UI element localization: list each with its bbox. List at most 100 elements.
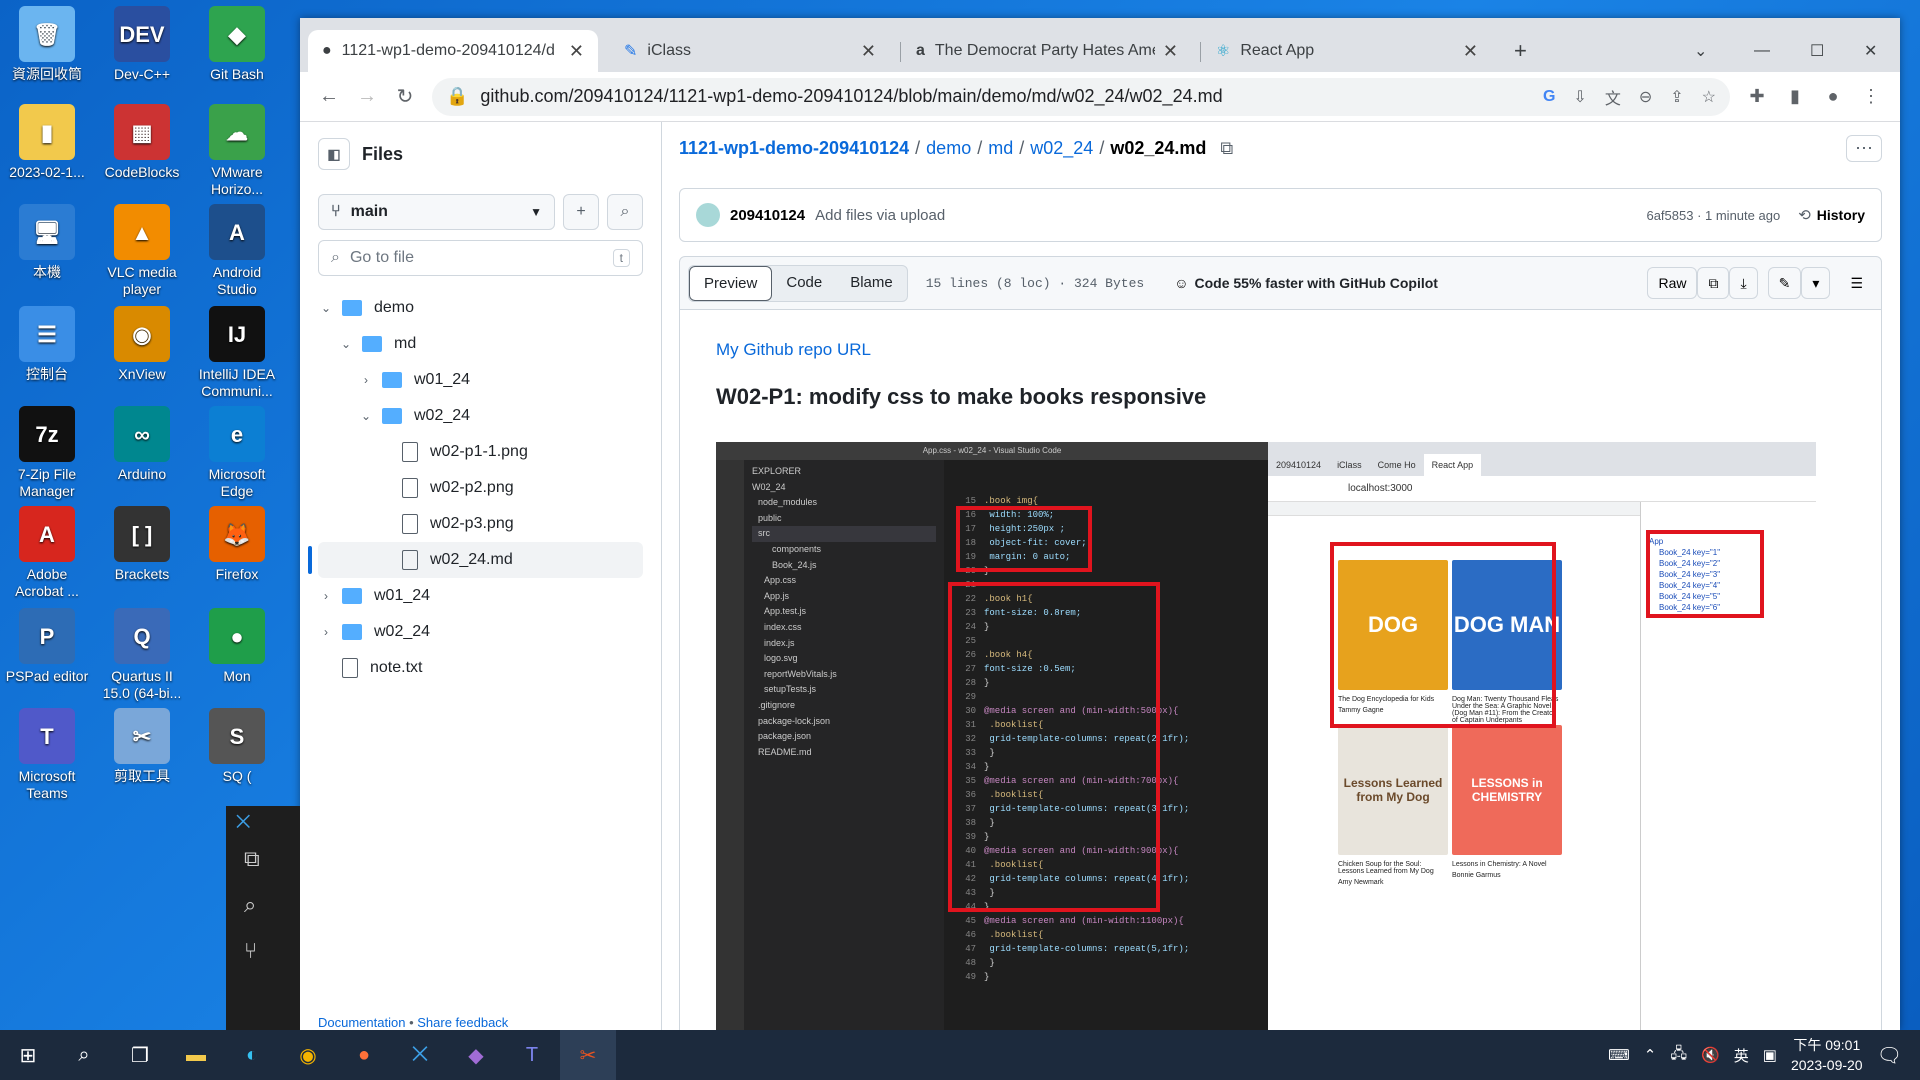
blame-tab[interactable]: Blame	[836, 266, 907, 301]
breadcrumb-md[interactable]: md	[988, 138, 1013, 159]
share-icon[interactable]: ⇪	[1670, 87, 1683, 107]
close-tab-icon[interactable]: ✕	[1163, 41, 1178, 62]
copy-path-icon[interactable]: ⧉	[1220, 138, 1233, 159]
tree-file[interactable]: w02_24.md	[308, 542, 643, 578]
desktop-icon[interactable]: 🖥 本機	[2, 204, 92, 281]
close-tab-icon[interactable]: ✕	[861, 41, 876, 62]
code-tab[interactable]: Code	[772, 266, 836, 301]
desktop-icon[interactable]: ▲ VLC media player	[97, 204, 187, 298]
search-icon[interactable]: ⌕	[56, 1030, 112, 1080]
desktop-icon[interactable]: ▦ CodeBlocks	[97, 104, 187, 181]
tree-file[interactable]: w02-p2.png	[318, 470, 643, 506]
breadcrumb-w02[interactable]: w02_24	[1030, 138, 1093, 159]
history-link[interactable]: History	[1817, 207, 1865, 223]
breadcrumb-demo[interactable]: demo	[926, 138, 971, 159]
add-file-button[interactable]: +	[563, 194, 599, 230]
edit-icon[interactable]: ✎	[1767, 267, 1802, 299]
tab-search-icon[interactable]: ⌄	[1680, 30, 1721, 72]
paint-icon[interactable]: ◆	[448, 1030, 504, 1080]
react-tab[interactable]: iClass	[1329, 454, 1370, 476]
preview-tab[interactable]: Preview	[689, 265, 773, 301]
desktop-icon[interactable]: ▮ 2023-02-1...	[2, 104, 92, 181]
chrome-icon[interactable]: ◉	[280, 1030, 336, 1080]
ime-indicator[interactable]: 英	[1734, 1045, 1749, 1066]
tree-folder[interactable]: › w02_24	[318, 614, 643, 650]
desktop-icon[interactable]: P PSPad editor	[2, 608, 92, 685]
explorer-item[interactable]: src	[752, 526, 936, 542]
explorer-item[interactable]: index.css	[752, 620, 936, 636]
keyboard-icon[interactable]: ⌨	[1608, 1046, 1630, 1064]
commit-author[interactable]: 209410124	[730, 207, 805, 224]
desktop-icon[interactable]: ☰ 控制台	[2, 306, 92, 383]
tab-github[interactable]: ● 1121-wp1-demo-209410124/d ✕	[308, 30, 598, 72]
edge-icon[interactable]: ◐	[224, 1030, 280, 1080]
desktop-icon[interactable]: A Adobe Acrobat ...	[2, 506, 92, 600]
close-window-button[interactable]: ✕	[1850, 30, 1891, 72]
edit-dropdown-icon[interactable]: ▾	[1801, 267, 1831, 299]
desktop-icon[interactable]: IJ IntelliJ IDEA Communi...	[192, 306, 282, 400]
branch-selector[interactable]: ⑂ main ▼	[318, 194, 555, 230]
clock[interactable]: 下午 09:01 2023-09-20	[1791, 1035, 1863, 1075]
outline-icon[interactable]: ☰	[1840, 267, 1873, 299]
source-control-icon[interactable]: ⑂	[226, 928, 300, 974]
search-icon[interactable]: ⌕	[226, 882, 300, 928]
tree-folder[interactable]: › w01_24	[318, 578, 643, 614]
desktop-icon[interactable]: Q Quartus II 15.0 (64-bi...	[97, 608, 187, 702]
desktop-icon[interactable]: 🗑 資源回收筒	[2, 6, 92, 83]
tree-folder[interactable]: › w01_24	[318, 362, 643, 398]
desktop-icon[interactable]: S SQ (	[192, 708, 282, 785]
avatar[interactable]	[696, 203, 720, 227]
explorer-item[interactable]: components	[752, 542, 936, 558]
forward-button[interactable]: →	[348, 78, 386, 116]
volume-icon[interactable]: 🔇	[1701, 1046, 1720, 1064]
explorer-item[interactable]: package-lock.json	[752, 714, 936, 730]
menu-icon[interactable]: ⋮	[1852, 78, 1890, 116]
tree-folder[interactable]: ⌄ w02_24	[318, 398, 643, 434]
task-view-icon[interactable]: ❐	[112, 1030, 168, 1080]
vscode-icon[interactable]: ⨉	[392, 1030, 448, 1080]
desktop-icon[interactable]: ◆ Git Bash	[192, 6, 282, 83]
desktop-icon[interactable]: ◉ XnView	[97, 306, 187, 383]
minimize-button[interactable]: —	[1740, 30, 1784, 72]
notification-app-icon[interactable]: ▣	[1763, 1046, 1777, 1064]
explorer-item[interactable]: setupTests.js	[752, 682, 936, 698]
back-button[interactable]: ←	[310, 78, 348, 116]
desktop-icon[interactable]: 7z 7-Zip File Manager	[2, 406, 92, 500]
explorer-item[interactable]: index.js	[752, 636, 936, 652]
close-tab-icon[interactable]: ✕	[569, 41, 584, 62]
more-options-button[interactable]: ⋯	[1846, 134, 1882, 162]
book-card[interactable]: Lessons Learned from My Dog Chicken Soup …	[1338, 725, 1448, 886]
explorer-item[interactable]: App.js	[752, 589, 936, 605]
collapse-panel-icon[interactable]: ◧	[318, 138, 350, 170]
breadcrumb-repo[interactable]: 1121-wp1-demo-209410124	[679, 138, 909, 159]
explorer-item[interactable]: Book_24.js	[752, 558, 936, 574]
desktop-icon[interactable]: T Microsoft Teams	[2, 708, 92, 802]
chevron-up-icon[interactable]: ⌃	[1644, 1046, 1657, 1064]
snipping-icon[interactable]: ✂	[560, 1030, 616, 1080]
react-tab[interactable]: 209410124	[1268, 454, 1329, 476]
desktop-icon[interactable]: ∞ Arduino	[97, 406, 187, 483]
commit-sha-time[interactable]: 6af5853 · 1 minute ago	[1646, 208, 1780, 223]
desktop-icon[interactable]: ☁ VMware Horizo...	[192, 104, 282, 198]
tree-file[interactable]: w02-p3.png	[318, 506, 643, 542]
start-icon[interactable]: ⊞	[0, 1030, 56, 1080]
react-tab[interactable]: React App	[1423, 454, 1482, 476]
commit-message[interactable]: Add files via upload	[815, 207, 945, 224]
desktop-icon[interactable]: A Android Studio	[192, 204, 282, 298]
desktop-icon[interactable]: e Microsoft Edge	[192, 406, 282, 500]
omnibox[interactable]: 🔒 github.com/209410124/1121-wp1-demo-209…	[432, 77, 1730, 116]
explorer-item[interactable]: logo.svg	[752, 651, 936, 667]
zoom-icon[interactable]: ⊖	[1639, 87, 1652, 107]
new-tab-button[interactable]: +	[1500, 30, 1541, 72]
share-feedback-link[interactable]: Share feedback	[417, 1015, 508, 1030]
explorer-item[interactable]: EXPLORER	[752, 464, 936, 480]
network-icon[interactable]: 🖧	[1670, 1043, 1687, 1068]
action-center-icon[interactable]: 🗨	[1877, 1043, 1902, 1068]
tab-amazon[interactable]: a The Democrat Party Hates Ame ✕	[902, 30, 1192, 72]
copilot-promo[interactable]: Code 55% faster with GitHub Copilot	[1194, 275, 1437, 291]
reload-button[interactable]: ↻	[386, 78, 424, 116]
install-icon[interactable]: ⇩	[1573, 87, 1586, 107]
tab-react[interactable]: ⚛ React App ✕	[1202, 30, 1492, 72]
desktop-icon[interactable]: [ ] Brackets	[97, 506, 187, 583]
extensions-icon[interactable]: ✚	[1738, 78, 1776, 116]
